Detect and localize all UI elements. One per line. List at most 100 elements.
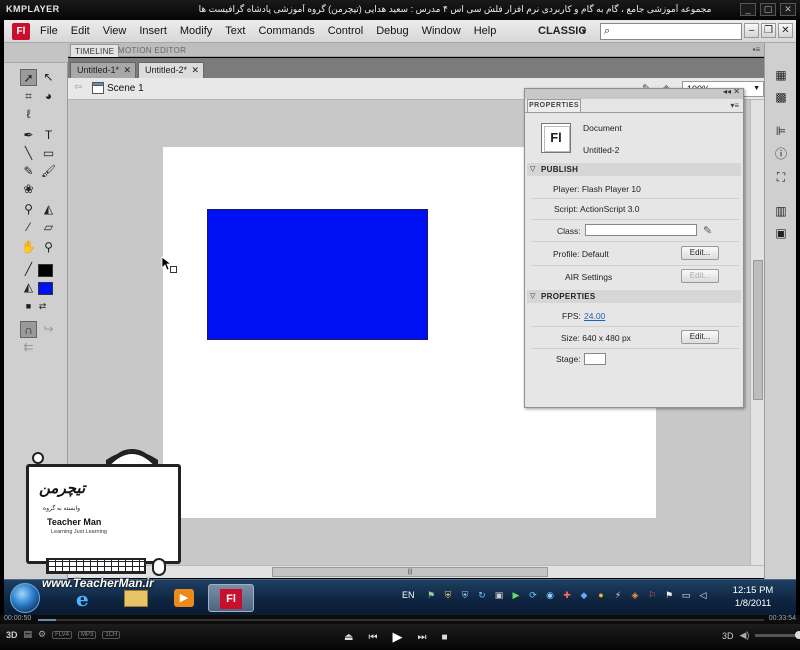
snap-to-objects-icon[interactable]: ∩ bbox=[20, 321, 37, 338]
pencil-tool-icon[interactable]: ✎ bbox=[20, 163, 37, 180]
taskbar-media-button[interactable]: ▶ bbox=[164, 584, 204, 612]
tray-update-icon[interactable]: ↻ bbox=[477, 590, 487, 601]
menu-file[interactable]: File bbox=[40, 25, 58, 37]
tray-flag-icon[interactable]: ⚡ bbox=[613, 590, 623, 601]
stop-icon[interactable]: ■ bbox=[441, 632, 447, 643]
close-tab-icon[interactable]: ✕ bbox=[123, 63, 131, 78]
taskbar-clock[interactable]: 12:15 PM 1/8/2011 bbox=[730, 584, 776, 610]
doc-tab-untitled-2[interactable]: Untitled-2* ✕ bbox=[138, 62, 204, 78]
tab-timeline[interactable]: TIMELINE bbox=[70, 44, 120, 57]
taskbar-flash-button[interactable]: Fl bbox=[208, 584, 254, 612]
tray-red-icon[interactable]: ✚ bbox=[562, 590, 572, 601]
menu-modify[interactable]: Modify bbox=[180, 25, 212, 37]
info-panel-icon[interactable]: ⓘ bbox=[773, 146, 789, 162]
tray-flag2-icon[interactable]: ⚐ bbox=[647, 590, 657, 601]
vertical-scrollbar[interactable] bbox=[750, 100, 764, 565]
vertical-scroll-thumb[interactable] bbox=[753, 260, 763, 400]
stroke-color-swatch[interactable] bbox=[38, 264, 53, 277]
close-icon[interactable]: ✕ bbox=[778, 23, 793, 38]
taskbar-explorer-button[interactable] bbox=[116, 584, 156, 612]
tray-shield-icon[interactable]: ⛨ bbox=[443, 590, 453, 601]
paint-bucket-tool-icon[interactable]: ◭ bbox=[40, 201, 57, 218]
air-edit-button[interactable]: Edit... bbox=[681, 269, 719, 283]
subselection-tool-icon[interactable]: ↖ bbox=[40, 69, 57, 86]
transform-panel-icon[interactable]: ⛶ bbox=[773, 169, 789, 185]
rectangle-tool-icon[interactable]: ▭ bbox=[40, 145, 57, 162]
text-tool-icon[interactable]: T bbox=[40, 127, 57, 144]
zoom-tool-icon[interactable]: ⚲ bbox=[40, 239, 57, 256]
tray-security-icon[interactable]: ⛨ bbox=[460, 590, 470, 601]
tray-action-center-icon[interactable]: ⚑ bbox=[664, 590, 674, 601]
hand-tool-icon[interactable]: ✋ bbox=[20, 239, 37, 256]
align-panel-icon[interactable]: ⊫ bbox=[773, 123, 789, 139]
menu-insert[interactable]: Insert bbox=[139, 25, 167, 37]
volume-knob[interactable] bbox=[795, 631, 800, 639]
smooth-icon[interactable]: ↪ bbox=[40, 321, 57, 338]
taskbar-ie-button[interactable]: e bbox=[66, 584, 106, 612]
library-panel-icon[interactable]: ▣ bbox=[773, 225, 789, 241]
volume-slider[interactable] bbox=[755, 631, 800, 639]
free-transform-tool-icon[interactable]: ⌗ bbox=[20, 88, 37, 105]
blue-rectangle-shape[interactable] bbox=[207, 209, 428, 340]
previous-icon[interactable]: ⏮ bbox=[368, 632, 377, 643]
kmplayer-minimize-icon[interactable]: _ bbox=[740, 3, 756, 16]
settings-icon[interactable]: ⚙ bbox=[38, 629, 46, 640]
3d-rotation-tool-icon[interactable]: ◕ bbox=[40, 88, 57, 105]
menu-commands[interactable]: Commands bbox=[258, 25, 314, 37]
playlist-icon[interactable]: ▤ bbox=[24, 629, 33, 640]
menu-view[interactable]: View bbox=[103, 25, 127, 37]
size-edit-button[interactable]: Edit... bbox=[681, 330, 719, 344]
speaker-icon[interactable]: ◀) bbox=[740, 630, 750, 641]
swap-colors-icon[interactable]: ⇄ bbox=[34, 298, 51, 315]
tray-sync-icon[interactable]: ⟳ bbox=[528, 590, 538, 601]
tray-power-icon[interactable]: ▭ bbox=[681, 590, 691, 601]
eyedropper-tool-icon[interactable]: ⁄ bbox=[20, 219, 37, 236]
3d-mode-label[interactable]: 3D bbox=[6, 630, 18, 640]
lasso-tool-icon[interactable]: ℓ bbox=[20, 106, 37, 123]
help-search-input[interactable]: ⌕ bbox=[600, 23, 742, 40]
stage-color-swatch[interactable] bbox=[584, 353, 606, 365]
restore-icon[interactable]: ❐ bbox=[761, 23, 776, 38]
tray-orange-icon[interactable]: ● bbox=[596, 590, 606, 601]
horizontal-scroll-thumb[interactable]: ||| bbox=[272, 567, 548, 577]
menu-control[interactable]: Control bbox=[328, 25, 363, 37]
swatches-panel-icon[interactable]: ▩ bbox=[773, 89, 789, 105]
profile-edit-button[interactable]: Edit... bbox=[681, 246, 719, 260]
fps-value[interactable]: 24.00 bbox=[584, 311, 605, 321]
workspace-switcher[interactable]: CLASSIC ▼ bbox=[528, 23, 590, 40]
panel-collapse-icon[interactable]: ◂◂ ✕ bbox=[723, 87, 740, 96]
straighten-icon[interactable]: ⇇ bbox=[20, 339, 37, 356]
panel-menu-icon[interactable]: ▾≡ bbox=[730, 101, 739, 110]
stroke-color-icon[interactable]: ╱ bbox=[20, 261, 37, 278]
selection-tool-icon[interactable]: ➚ bbox=[20, 69, 37, 86]
publish-section-header[interactable]: ▽ PUBLISH bbox=[527, 163, 741, 176]
language-indicator[interactable]: EN bbox=[402, 590, 415, 600]
fill-color-icon[interactable]: ◭ bbox=[20, 279, 37, 296]
tab-motion-editor[interactable]: MOTION EDITOR bbox=[114, 44, 190, 57]
components-panel-icon[interactable]: ▥ bbox=[773, 203, 789, 219]
fill-color-swatch[interactable] bbox=[38, 282, 53, 295]
menu-debug[interactable]: Debug bbox=[376, 25, 408, 37]
tray-play-icon[interactable]: ▶ bbox=[511, 590, 521, 601]
play-icon[interactable]: ▶ bbox=[392, 629, 402, 645]
next-icon[interactable]: ⏭ bbox=[417, 632, 426, 643]
start-button[interactable] bbox=[10, 583, 40, 613]
eject-icon[interactable]: ⏏ bbox=[344, 632, 353, 643]
menu-edit[interactable]: Edit bbox=[71, 25, 90, 37]
back-arrow-icon[interactable]: ⇦ bbox=[74, 82, 82, 93]
brush-tool-icon[interactable]: 🖌 bbox=[40, 163, 57, 180]
tray-display-icon[interactable]: ▣ bbox=[494, 590, 504, 601]
edit-class-pencil-icon[interactable]: ✎ bbox=[703, 224, 712, 237]
panel-menu-icon[interactable]: ▪≡ bbox=[752, 45, 760, 54]
kmplayer-maximize-icon[interactable]: ▢ bbox=[760, 3, 776, 16]
line-tool-icon[interactable]: ╲ bbox=[20, 145, 37, 162]
class-input[interactable] bbox=[585, 224, 697, 236]
tray-app2-icon[interactable]: ◈ bbox=[630, 590, 640, 601]
tray-blue-icon[interactable]: ◆ bbox=[579, 590, 589, 601]
minimize-icon[interactable]: – bbox=[744, 23, 759, 38]
close-tab-icon[interactable]: ✕ bbox=[191, 63, 199, 78]
properties-section-header[interactable]: ▽ PROPERTIES bbox=[527, 290, 741, 303]
menu-window[interactable]: Window bbox=[422, 25, 461, 37]
menu-text[interactable]: Text bbox=[225, 25, 245, 37]
color-panel-icon[interactable]: ▦ bbox=[773, 67, 789, 83]
